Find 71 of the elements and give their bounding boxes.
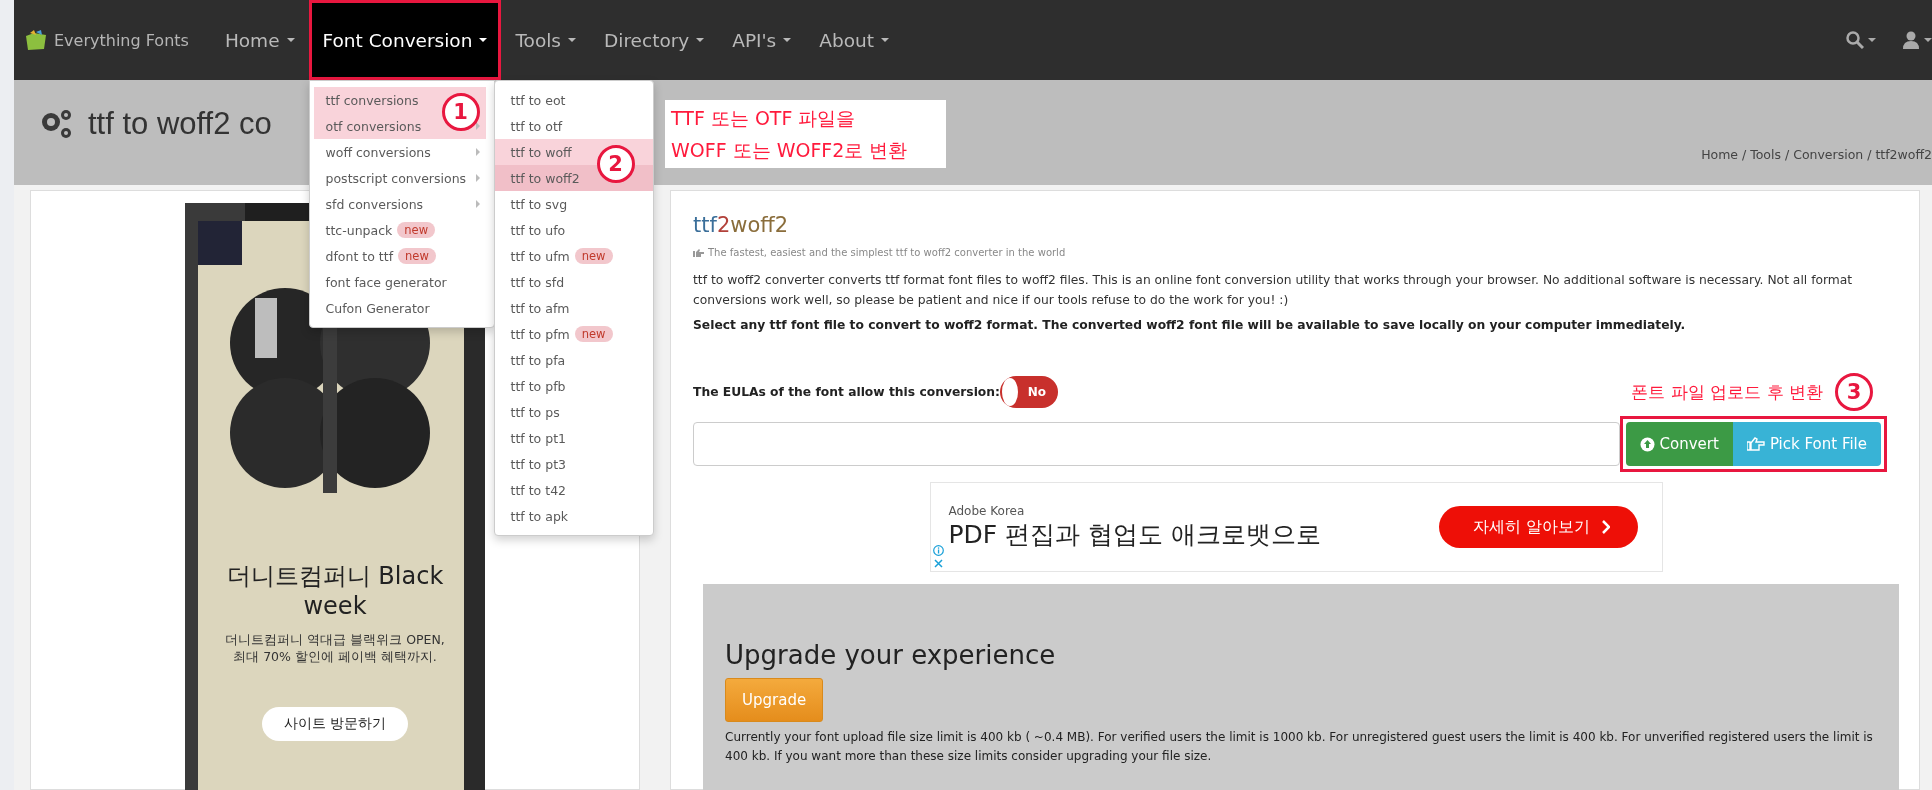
instruction: Select any ttf font file to convert to woff2 format. The converted woff2 font file will be available to save locally on your computer immediately. <box>693 318 1687 332</box>
upgrade-text: Currently your font upload file size limit is 400 kb ( ~0.4 MB). For verified users the limit is 1000 kb. For unregistered guest users the limit is 400 kb. For unverified registered users the limit is 400 kb. If you want more than these size limits consider upgrading your file size. <box>725 729 1874 765</box>
nav-menu-item[interactable]: About <box>805 0 903 80</box>
menu-item[interactable]: font face generator <box>313 269 486 295</box>
menu-item[interactable]: woff conversions <box>313 139 486 165</box>
converter-title: ttf2woff2 <box>693 213 789 237</box>
hand-pointing-icon <box>1746 437 1765 451</box>
description: ttf to woff2 converter converts ttf format font files to woff2 files. This is an online font conversion utility that works through your browser. No additional software is necessary. Not all format conversions work well, so please be patient and nice if our tools refuse to do the work for you! :) <box>693 272 1854 309</box>
caret-icon <box>1924 38 1932 42</box>
search-icon <box>1846 31 1864 49</box>
caret-icon <box>1868 38 1876 42</box>
upgrade-heading: Upgrade your experience <box>725 640 1057 670</box>
new-badge: new <box>574 248 613 264</box>
convert-button[interactable]: Convert <box>1625 422 1733 466</box>
tagline: The fastest, easiest and the simplest ttf to woff2 converter in the world <box>708 247 1066 258</box>
page-title: ttf to woff2 co <box>88 105 272 142</box>
user-icon <box>1902 31 1920 49</box>
ad-headline: PDF 편집과 협업도 애크로뱃으로 <box>948 518 1322 551</box>
annotation-note: 폰트 파일 업로드 후 변환 <box>1631 380 1823 404</box>
advertiser-name: Adobe Korea <box>948 503 1026 518</box>
menu-item[interactable]: ttc-unpack new <box>313 217 486 243</box>
nav-menu-item[interactable]: Directory <box>590 0 719 80</box>
menu-item[interactable]: ttf to apk <box>494 503 653 529</box>
menu-item[interactable]: ttf to ufo <box>494 217 653 243</box>
caret-icon <box>479 38 488 42</box>
visit-site-button[interactable]: 사이트 방문하기 <box>261 707 409 741</box>
eula-label: The EULAs of the font allow this conversion: <box>693 385 1000 399</box>
menu-item[interactable]: ttf to ps <box>494 399 653 425</box>
menu-item[interactable]: ttf to pt3 <box>494 451 653 477</box>
menu-item[interactable]: ttf to afm <box>494 295 653 321</box>
caret-icon <box>783 38 792 42</box>
caret-icon <box>696 38 705 42</box>
menu-item[interactable]: sfd conversions <box>313 191 486 217</box>
ad-text: 더니트컴퍼니 역대급 블랙위크 OPEN, 최대 70% 할인에 페이백 혜택까지. <box>225 631 445 665</box>
caret-icon <box>880 38 889 42</box>
new-badge: new <box>398 248 436 264</box>
nav-menu-item[interactable]: Home <box>210 0 309 80</box>
menu-item[interactable]: ttf to t42 <box>494 477 653 503</box>
file-name-field[interactable] <box>693 422 1620 466</box>
ad-headline: 더니트컴퍼니 Black week <box>225 561 445 621</box>
upload-icon <box>1639 436 1655 452</box>
site-logo[interactable]: Everything Fonts <box>54 30 189 50</box>
caret-icon <box>568 38 576 42</box>
step-number-marker: 3 <box>1835 373 1873 411</box>
caret-icon <box>286 38 295 42</box>
menu-item[interactable]: ttf to pfa <box>494 347 653 373</box>
annotation-note: TTF 또는 OTF 파일을 WOFF 또는 WOFF2로 변환 <box>665 100 946 168</box>
hand-pointing-icon <box>693 247 705 258</box>
breadcrumb[interactable]: Home / Tools / Conversion / ttf2woff2 <box>1701 147 1932 162</box>
menu-item[interactable]: Cufon Generator <box>313 295 486 321</box>
info-icon <box>932 545 944 556</box>
menu-item[interactable]: postscript conversions <box>313 165 486 191</box>
eula-toggle[interactable]: No <box>1000 376 1058 408</box>
menu-item[interactable]: ttf to otf <box>494 113 653 139</box>
folder-icon <box>24 29 48 51</box>
menu-item[interactable]: ttf to sfd <box>494 269 653 295</box>
nav-menu-item[interactable]: Font Conversion <box>308 0 502 80</box>
chevron-right-icon <box>1600 520 1610 534</box>
nav-menu-item[interactable]: API's <box>718 0 806 80</box>
menu-item[interactable]: ttf to pfb <box>494 373 653 399</box>
menu-item[interactable]: ttf to ufm new <box>494 243 653 269</box>
nav-menu-item[interactable]: Tools <box>501 0 590 80</box>
new-badge: new <box>397 222 436 238</box>
learn-more-button[interactable]: 자세히 알아보기 <box>1439 506 1638 548</box>
menu-item[interactable]: ttf to svg <box>494 191 653 217</box>
menu-item[interactable]: ttf to eot <box>494 87 653 113</box>
menu-item[interactable]: dfont to ttf new <box>313 243 486 269</box>
menu-item[interactable]: ttf to pt1 <box>494 425 653 451</box>
new-badge: new <box>574 326 613 342</box>
menu-item[interactable]: ttf to pfm new <box>494 321 653 347</box>
close-icon <box>932 558 944 569</box>
